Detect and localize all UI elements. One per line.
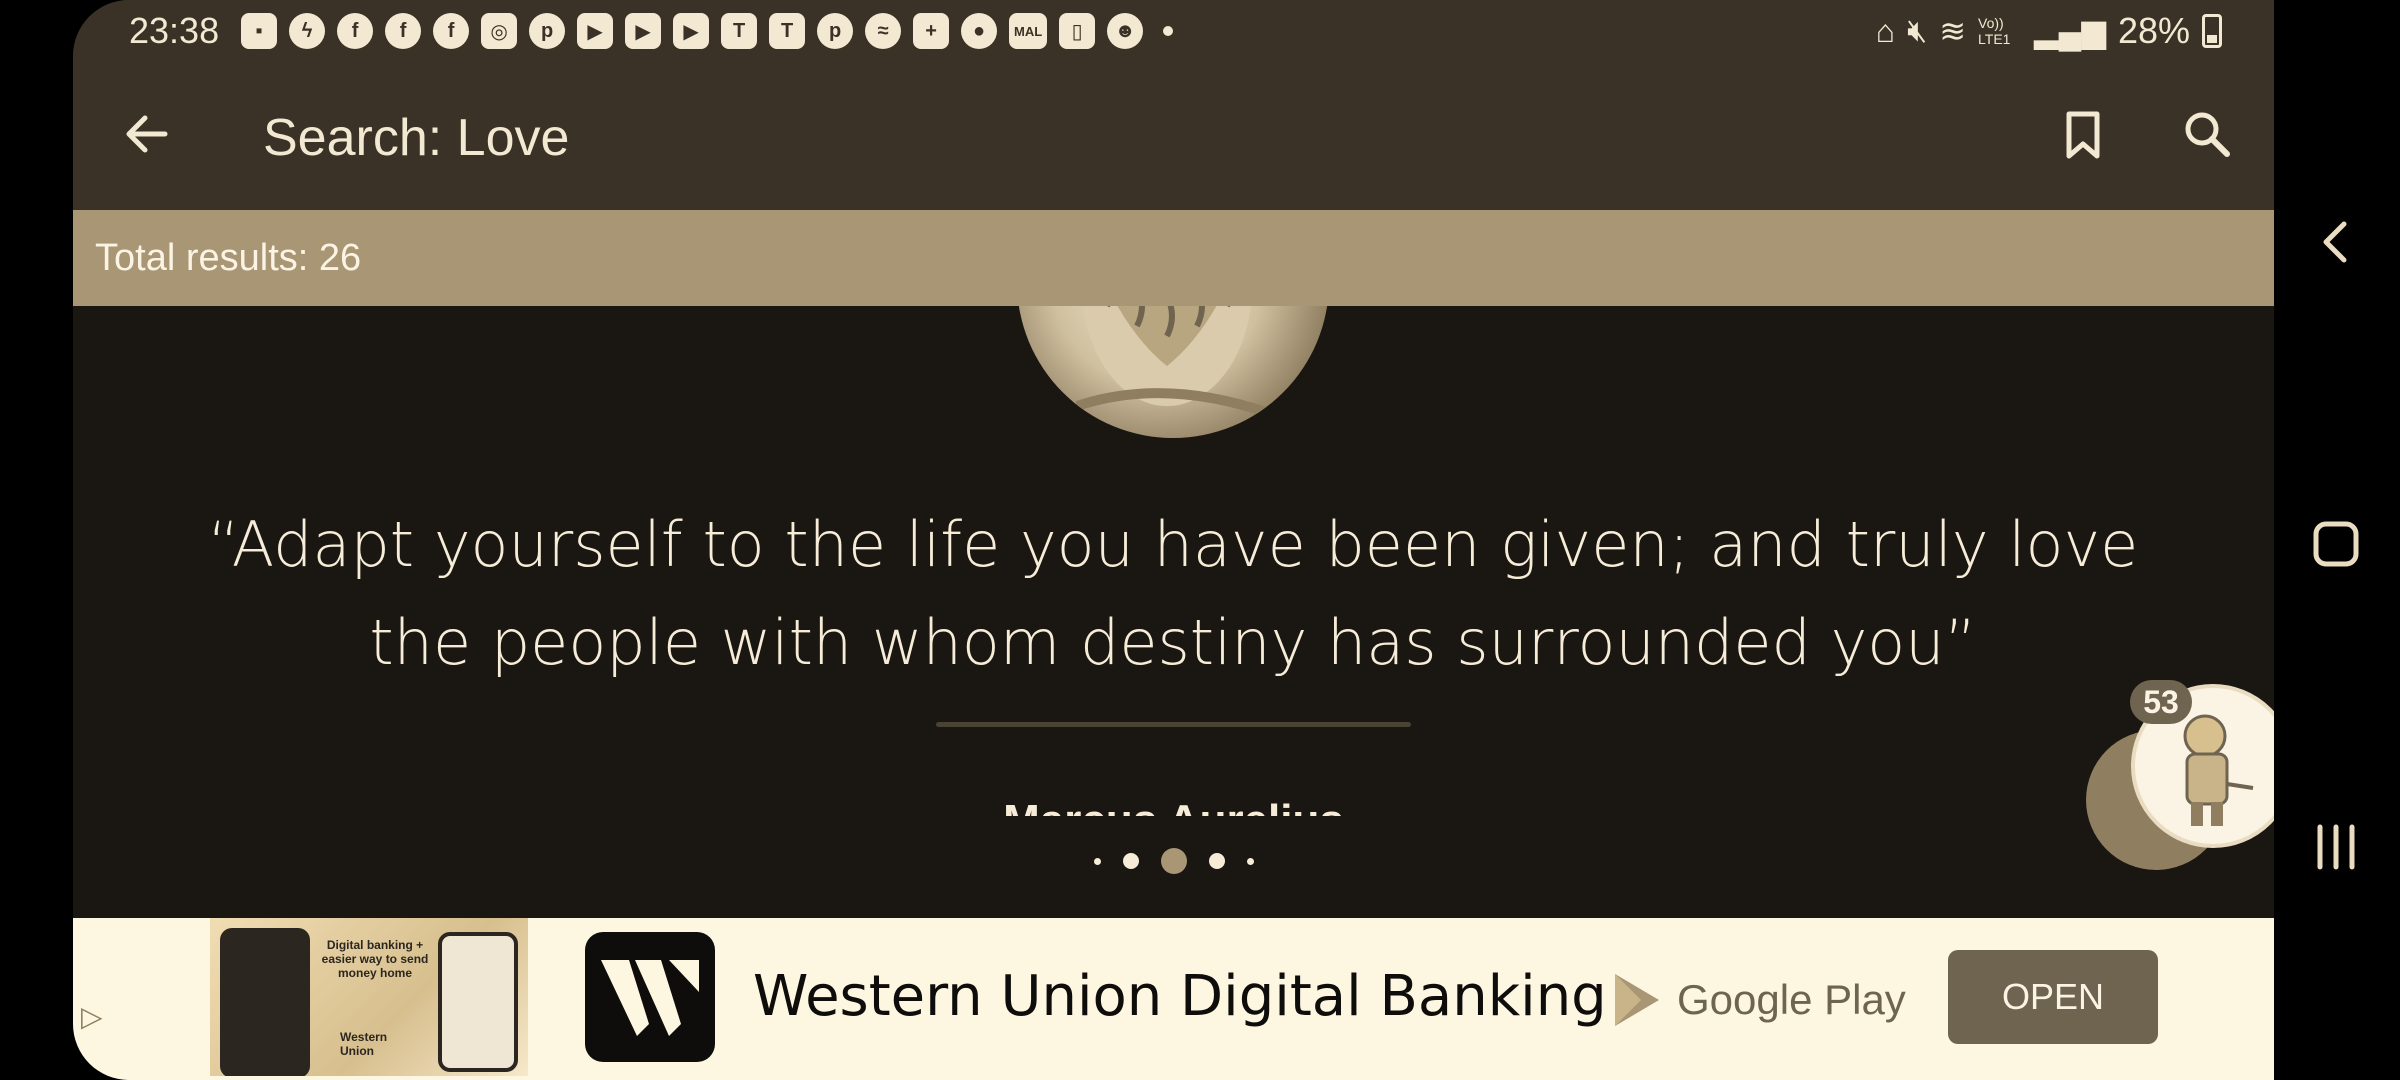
app-bar: Search: Love — [73, 62, 2274, 210]
western-union-logo — [585, 932, 715, 1062]
recents-icon — [2317, 824, 2355, 870]
pinterest-icon: p — [817, 13, 854, 49]
navigation-bar — [2274, 0, 2400, 1080]
mal-icon: MAL — [1009, 13, 1048, 49]
quote-divider — [936, 722, 1411, 727]
chevron-left-icon — [2323, 221, 2347, 263]
page-dot-active — [1160, 848, 1187, 874]
reddit-icon: ☻ — [1107, 13, 1144, 49]
results-count-bar: Total results: 26 — [73, 210, 2274, 306]
ad-image[interactable]: Digital banking + easier way to send mon… — [210, 918, 528, 1076]
quote-card[interactable]: “Adapt yourself to the life you have bee… — [73, 306, 2274, 918]
home-square-icon — [2313, 521, 2359, 567]
google-play-badge: Google Play — [1611, 970, 1906, 1030]
facebook-icon: f — [337, 13, 374, 49]
teams-icon: T — [769, 13, 806, 49]
contact-icon: ● — [961, 13, 998, 49]
youtube-icon: ▶ — [625, 13, 662, 49]
western-union-w-icon — [601, 960, 699, 1036]
quote-author: Marcus Aurelius — [73, 786, 2274, 816]
bookmark-icon — [2066, 111, 2100, 159]
bookmark-button[interactable] — [2055, 106, 2111, 162]
instagram-icon: ◎ — [481, 13, 518, 49]
arrow-left-icon — [126, 115, 168, 153]
ad-banner[interactable]: ▷ Digital banking + easier way to send m… — [73, 918, 2274, 1080]
search-button[interactable] — [2179, 106, 2235, 162]
store-label: Google Play — [1677, 976, 1906, 1023]
status-time: 23:38 — [129, 10, 220, 51]
facebook-icon: f — [433, 13, 470, 49]
results-count: Total results: 26 — [95, 236, 362, 279]
line-plus-icon: + — [913, 13, 950, 49]
nav-home-button[interactable] — [2304, 512, 2368, 576]
chathead-badge: 53 — [2130, 680, 2192, 724]
page-title: Search: Love — [263, 109, 570, 167]
google-play-icon — [1615, 974, 1659, 1026]
ad-title: Western Union Digital Banking — [753, 964, 1607, 1029]
ad-image-text: Digital banking + easier way to send mon… — [321, 938, 429, 980]
phone-image — [220, 928, 310, 1076]
bust-image — [1075, 306, 1279, 421]
author-portrait — [1017, 306, 1329, 438]
phone-image — [438, 932, 518, 1072]
page-dot — [1246, 857, 1254, 865]
page-dot — [1093, 857, 1101, 865]
page-dot — [1208, 853, 1225, 869]
facebook-icon: f — [385, 13, 422, 49]
youtube-icon: ▶ — [577, 13, 614, 49]
wifi-icon: ≋ — [1939, 13, 1967, 49]
status-bar-right: ⌂ 🔇︎ ≋ Vo)) LTE1 ▂▄▆ 28% — [1876, 10, 2222, 52]
pinterest-icon: p — [529, 13, 566, 49]
network-label: Vo)) LTE1 — [1978, 15, 2011, 47]
battery-icon — [2202, 14, 2222, 48]
teams-icon: T — [721, 13, 758, 49]
status-bar: 23:38 ▪ ϟ f f f ◎ p ▶ ▶ ▶ T T p ≈ + ● MA… — [73, 0, 2274, 62]
message-icon: ▪ — [241, 13, 278, 49]
nav-back-button[interactable] — [2304, 210, 2368, 274]
nav-recents-button[interactable] — [2304, 815, 2368, 879]
battery-saver-icon: ⌂ — [1875, 12, 1896, 49]
search-icon — [2185, 112, 2230, 157]
youtube-icon: ▶ — [673, 13, 710, 49]
phone-case-icon: ▯ — [1059, 13, 1096, 49]
quote-text: “Adapt yourself to the life you have bee… — [207, 508, 2139, 679]
battery-percent: 28% — [2117, 10, 2190, 51]
page-indicator — [73, 848, 2274, 874]
more-notifications-dot — [1163, 26, 1174, 36]
app-screen: 23:38 ▪ ϟ f f f ◎ p ▶ ▶ ▶ T T p ≈ + ● MA… — [73, 0, 2274, 1080]
messenger-icon: ϟ — [289, 13, 326, 49]
feather-icon: ≈ — [865, 13, 902, 49]
signal-icon: ▂▄▆ — [2034, 13, 2106, 49]
status-bar-left: 23:38 ▪ ϟ f f f ◎ p ▶ ▶ ▶ T T p ≈ + ● MA… — [129, 10, 1174, 52]
mute-icon: 🔇︎ — [1907, 12, 1928, 48]
ad-open-button[interactable]: OPEN — [1948, 950, 2158, 1044]
page-dot — [1122, 853, 1139, 869]
ad-image-brand: Western Union — [340, 1030, 388, 1058]
back-button[interactable] — [119, 106, 175, 162]
ad-choices-icon[interactable]: ▷ — [81, 1000, 103, 1033]
